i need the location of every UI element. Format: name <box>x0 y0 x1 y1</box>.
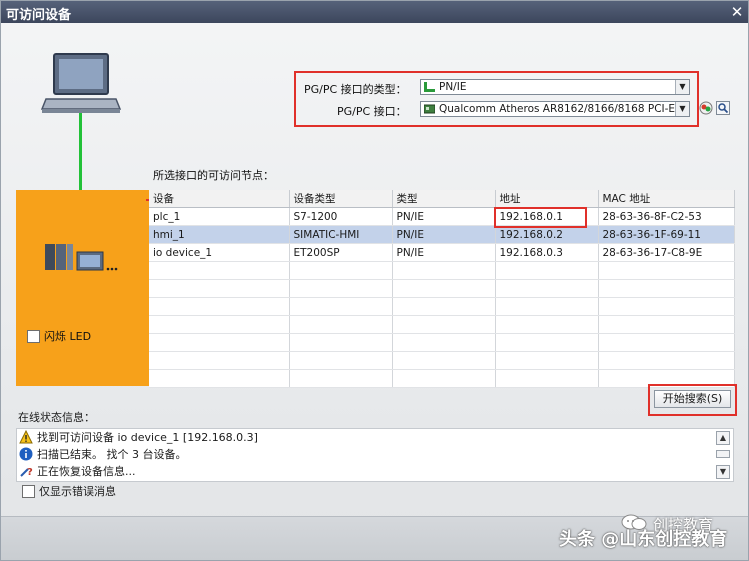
online-status-title: 在线状态信息： <box>18 411 95 424</box>
empty-row <box>149 369 735 388</box>
table-row[interactable]: io device_1 ET200SP PN/IE 192.168.0.3 28… <box>149 243 735 262</box>
interface-select[interactable]: Qualcomm Atheros AR8162/8166/8168 PCI-E.… <box>420 101 690 117</box>
column-header-type[interactable]: 类型 <box>392 190 496 208</box>
column-header-device[interactable]: 设备 <box>149 190 290 208</box>
accessible-devices-dialog: 可访问设备 ✕ PG/PC 接口的类型： PN/IE ▼ PG/PC 接口： Q… <box>0 0 749 561</box>
status-message: 正在恢复设备信息... <box>37 465 136 478</box>
network-card-icon <box>424 104 435 114</box>
close-icon[interactable]: ✕ <box>728 3 746 21</box>
devices-icon <box>45 244 118 271</box>
empty-row <box>149 333 735 352</box>
nodes-table: 设备 设备类型 类型 地址 MAC 地址 plc_1 S7-1200 PN/IE… <box>149 190 735 388</box>
table-row[interactable]: plc_1 S7-1200 PN/IE 192.168.0.1 28-63-36… <box>149 207 735 226</box>
interface-type-select[interactable]: PN/IE ▼ <box>420 79 690 95</box>
chevron-down-icon[interactable]: ▼ <box>675 80 689 94</box>
interface-type-label: PG/PC 接口的类型： <box>304 83 407 96</box>
empty-row <box>149 297 735 316</box>
flash-led-checkbox[interactable] <box>27 330 40 343</box>
properties-search-icon[interactable] <box>716 101 730 115</box>
cell-mac: 28-63-36-1F-69-11 <box>598 225 735 244</box>
interface-label: PG/PC 接口： <box>337 105 407 118</box>
info-icon <box>19 447 33 461</box>
cell-address: 192.168.0.2 <box>495 225 599 244</box>
cell-device: hmi_1 <box>149 225 290 244</box>
only-errors-checkbox[interactable] <box>22 485 35 498</box>
column-header-address[interactable]: 地址 <box>495 190 599 208</box>
scroll-thumb[interactable] <box>716 450 730 458</box>
address-highlight-frame <box>494 207 587 228</box>
pn-ie-icon <box>424 82 435 92</box>
interface-value: Qualcomm Atheros AR8162/8166/8168 PCI-E.… <box>439 103 686 115</box>
status-message: 扫描已结束。 找个 3 台设备。 <box>37 448 187 461</box>
cell-type: PN/IE <box>392 243 496 262</box>
window-title: 可访问设备 <box>6 8 72 23</box>
cell-type: PN/IE <box>392 225 496 244</box>
flash-led-label: 闪烁 LED <box>44 330 92 343</box>
cell-device: plc_1 <box>149 207 290 226</box>
list-item: ? 正在恢复设备信息... <box>19 464 136 480</box>
cell-type: PN/IE <box>392 207 496 226</box>
empty-row <box>149 279 735 298</box>
list-item: 扫描已结束。 找个 3 台设备。 <box>19 447 187 463</box>
table-row[interactable]: hmi_1 SIMATIC-HMI PN/IE 192.168.0.2 28-6… <box>149 225 735 244</box>
cell-device: io device_1 <box>149 243 290 262</box>
empty-row <box>149 261 735 280</box>
watermark-text: 头条 @山东创控教育 <box>559 529 728 550</box>
cell-device-type: SIMATIC-HMI <box>289 225 393 244</box>
only-errors-label: 仅显示错误消息 <box>39 485 116 498</box>
empty-row <box>149 315 735 334</box>
interface-type-value: PN/IE <box>439 81 467 93</box>
start-search-button[interactable]: 开始搜索(S) <box>654 390 731 408</box>
scroll-up-button[interactable]: ▲ <box>716 431 730 445</box>
pg-pc-laptop-icon <box>41 53 121 113</box>
empty-row <box>149 351 735 370</box>
restore-icon: ? <box>20 467 33 478</box>
connection-status-icon[interactable] <box>699 101 713 115</box>
cell-address: 192.168.0.3 <box>495 243 599 262</box>
svg-text:?: ? <box>27 467 33 478</box>
warning-icon <box>19 430 33 444</box>
status-message-list: 找到可访问设备 io device_1 [192.168.0.3] 扫描已结束。… <box>16 428 734 482</box>
column-header-mac[interactable]: MAC 地址 <box>598 190 735 208</box>
chevron-down-icon[interactable]: ▼ <box>675 102 689 116</box>
status-message: 找到可访问设备 io device_1 [192.168.0.3] <box>37 431 258 444</box>
cell-device-type: S7-1200 <box>289 207 393 226</box>
scroll-down-button[interactable]: ▼ <box>716 465 730 479</box>
list-item: 找到可访问设备 io device_1 [192.168.0.3] <box>19 430 258 446</box>
title-bar: 可访问设备 ✕ <box>1 1 748 23</box>
cell-mac: 28-63-36-17-C8-9E <box>598 243 735 262</box>
device-preview-panel <box>16 190 149 386</box>
cell-mac: 28-63-36-8F-C2-53 <box>598 207 735 226</box>
cell-device-type: ET200SP <box>289 243 393 262</box>
accessible-nodes-label: 所选接口的可访问节点： <box>153 169 274 182</box>
column-header-device-type[interactable]: 设备类型 <box>289 190 393 208</box>
